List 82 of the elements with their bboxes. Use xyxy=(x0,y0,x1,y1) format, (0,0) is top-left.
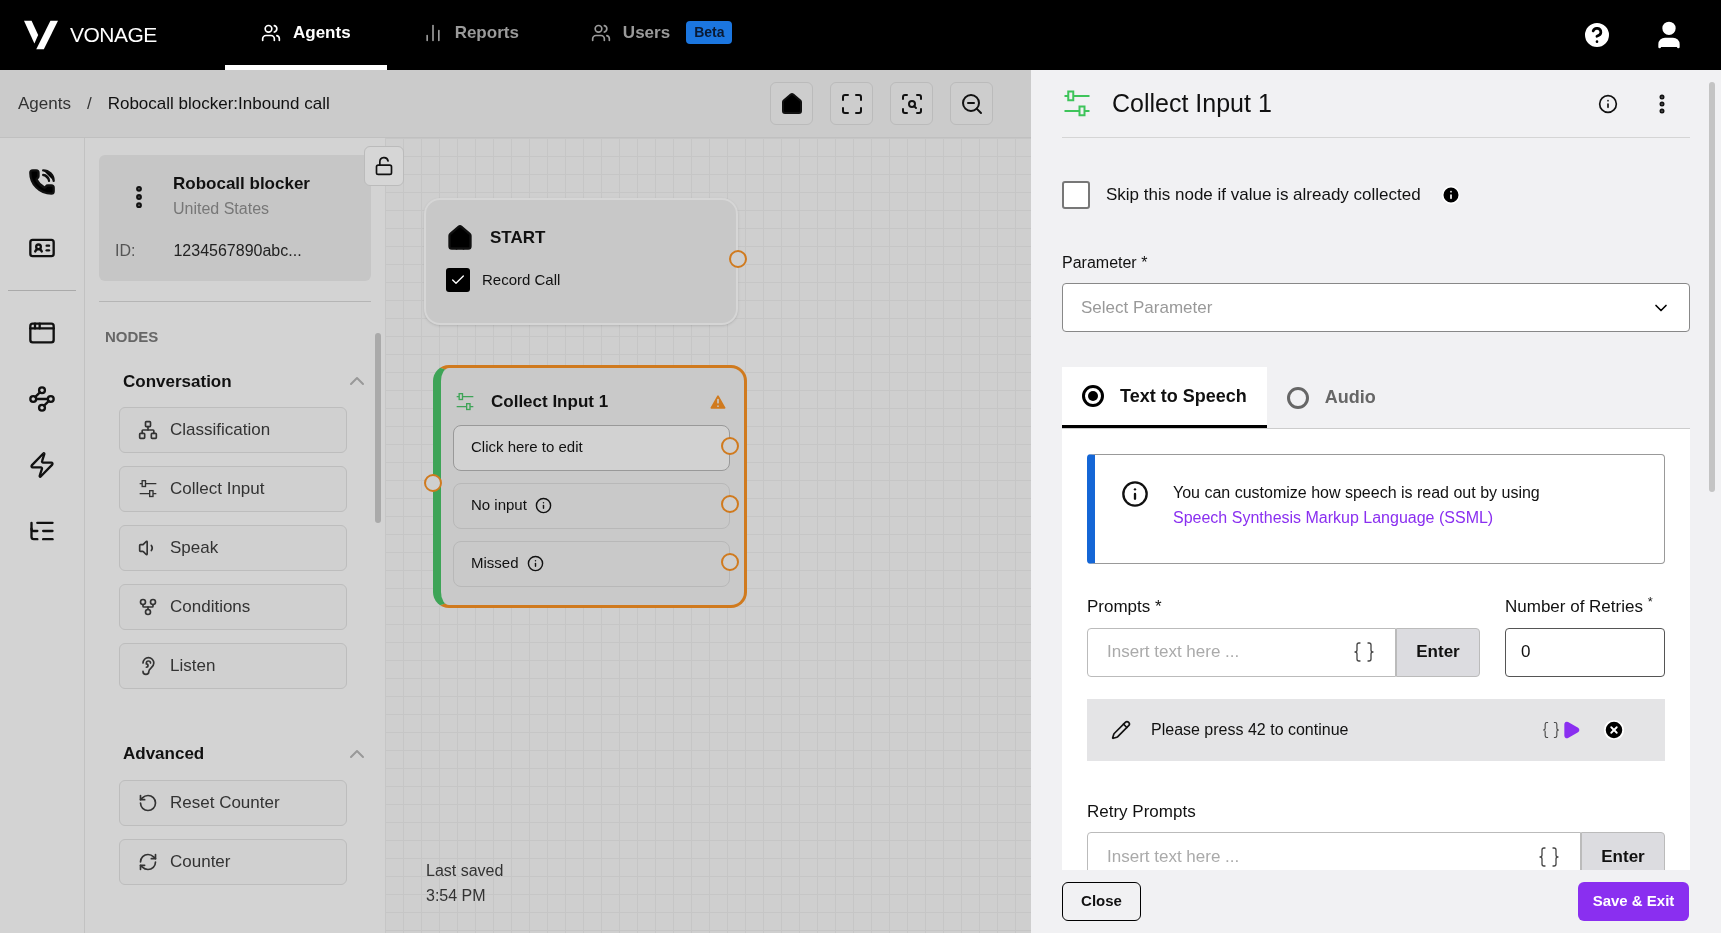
zoom-fit-icon xyxy=(899,91,924,116)
last-saved-label: Last saved xyxy=(426,861,504,881)
agent-id: 1234567890abc... xyxy=(173,240,302,261)
canvas-tool-button[interactable] xyxy=(830,82,873,125)
brand-name: VONAGE xyxy=(70,22,157,49)
group-title: Advanced xyxy=(123,743,205,765)
lock-icon xyxy=(374,156,394,176)
enter-button[interactable]: Enter xyxy=(1581,832,1665,870)
info-icon[interactable] xyxy=(1598,93,1618,114)
nav-tab[interactable]: Users Beta xyxy=(554,0,769,70)
nodes-heading: NODES xyxy=(105,327,160,347)
id-label: ID: xyxy=(115,240,136,261)
node-type-button[interactable]: Speak xyxy=(119,525,347,571)
prompts-label: Prompts * xyxy=(1087,596,1163,618)
parameter-label: Parameter * xyxy=(1062,253,1149,273)
mode-tab[interactable]: Text to Speech xyxy=(1062,367,1267,428)
enter-button[interactable]: Enter xyxy=(1396,627,1480,677)
home-icon xyxy=(446,224,474,252)
zoom-out-icon xyxy=(959,91,984,116)
info-text: You can customize how speech is read out by using Speech Synthesis Markup Language (SSML) xyxy=(1173,483,1540,528)
reset-icon xyxy=(138,792,158,813)
users-icon xyxy=(590,22,611,43)
prompt-text: Please press 42 to continue xyxy=(1151,719,1350,740)
retries-label: Number of Retries $^{*}$ xyxy=(1505,594,1654,618)
agent-name: Robocall blocker xyxy=(173,173,310,195)
node-type-button[interactable]: Counter xyxy=(119,838,347,885)
output-row[interactable]: Missed xyxy=(453,540,730,587)
lightning-icon[interactable] xyxy=(28,451,56,479)
agents-icon xyxy=(261,22,281,43)
node-title: START xyxy=(490,227,546,250)
lock-button[interactable] xyxy=(364,146,404,186)
breadcrumb-separator: / xyxy=(86,92,92,115)
output-row[interactable]: No input xyxy=(453,482,730,529)
collect-input-icon xyxy=(138,479,158,499)
nodes-icon[interactable] xyxy=(28,385,56,413)
variable-icon[interactable] xyxy=(1537,844,1561,869)
nav-tab[interactable]: Reports xyxy=(386,0,555,70)
refresh-icon xyxy=(138,851,158,872)
node-type-button[interactable]: Reset Counter xyxy=(119,779,347,826)
close-button[interactable]: Close xyxy=(1062,882,1141,921)
home-icon xyxy=(779,91,804,116)
retries-input[interactable]: 0 xyxy=(1505,627,1665,677)
start-node[interactable]: START Record Call xyxy=(424,198,738,325)
remove-icon[interactable] xyxy=(1603,718,1625,741)
input-port[interactable] xyxy=(424,474,442,492)
node-title: Collect Input 1 xyxy=(491,391,610,413)
save-exit-button[interactable]: Save & Exit xyxy=(1578,882,1689,921)
last-saved-time: 3:54 PM xyxy=(426,886,487,906)
canvas-tool-button[interactable] xyxy=(950,82,993,125)
agent-country: United States xyxy=(173,198,271,219)
group-title: Conversation xyxy=(123,370,232,393)
canvas-tool-button[interactable] xyxy=(770,82,813,125)
info-icon xyxy=(1440,185,1461,205)
collect-input-icon xyxy=(1062,88,1092,119)
collect-node[interactable]: Collect Input 1 Click here to edit No input Missed xyxy=(433,365,747,608)
skip-checkbox[interactable] xyxy=(1062,181,1090,209)
record-label: Record Call xyxy=(482,269,561,290)
panel-title: Collect Input 1 xyxy=(1112,87,1273,119)
branch-icon xyxy=(138,597,158,617)
fullscreen-icon xyxy=(839,91,864,116)
breadcrumb-link[interactable]: Agents xyxy=(18,90,71,117)
mode-tab[interactable]: Audio xyxy=(1266,367,1396,428)
node-type-button[interactable]: Classification xyxy=(119,407,347,453)
record-checkbox[interactable] xyxy=(446,268,470,292)
retry-prompts-label: Retry Prompts xyxy=(1087,800,1197,823)
node-type-button[interactable]: Collect Input xyxy=(119,466,347,512)
canvas-tool-button[interactable] xyxy=(890,82,933,125)
skip-label: Skip this node if value is already collected xyxy=(1106,184,1421,207)
play-icon[interactable] xyxy=(1561,719,1581,740)
output-row[interactable]: Click here to edit xyxy=(453,424,730,471)
collect-input-icon xyxy=(455,391,475,412)
ssml-link[interactable]: Speech Synthesis Markup Language (SSML) xyxy=(1173,509,1494,526)
breadcrumb-current: Robocall blocker:Inbound call xyxy=(107,92,330,115)
edit-icon[interactable] xyxy=(1111,719,1131,740)
node-type-button[interactable]: Conditions xyxy=(119,584,347,630)
info-icon xyxy=(1121,480,1149,508)
phone-icon[interactable] xyxy=(28,168,56,196)
hierarchy-icon xyxy=(138,420,158,440)
variable-icon[interactable] xyxy=(1352,640,1376,664)
logo-icon xyxy=(24,20,58,50)
node-type-button[interactable]: Listen xyxy=(119,643,347,689)
beta-badge: Beta xyxy=(686,21,733,44)
